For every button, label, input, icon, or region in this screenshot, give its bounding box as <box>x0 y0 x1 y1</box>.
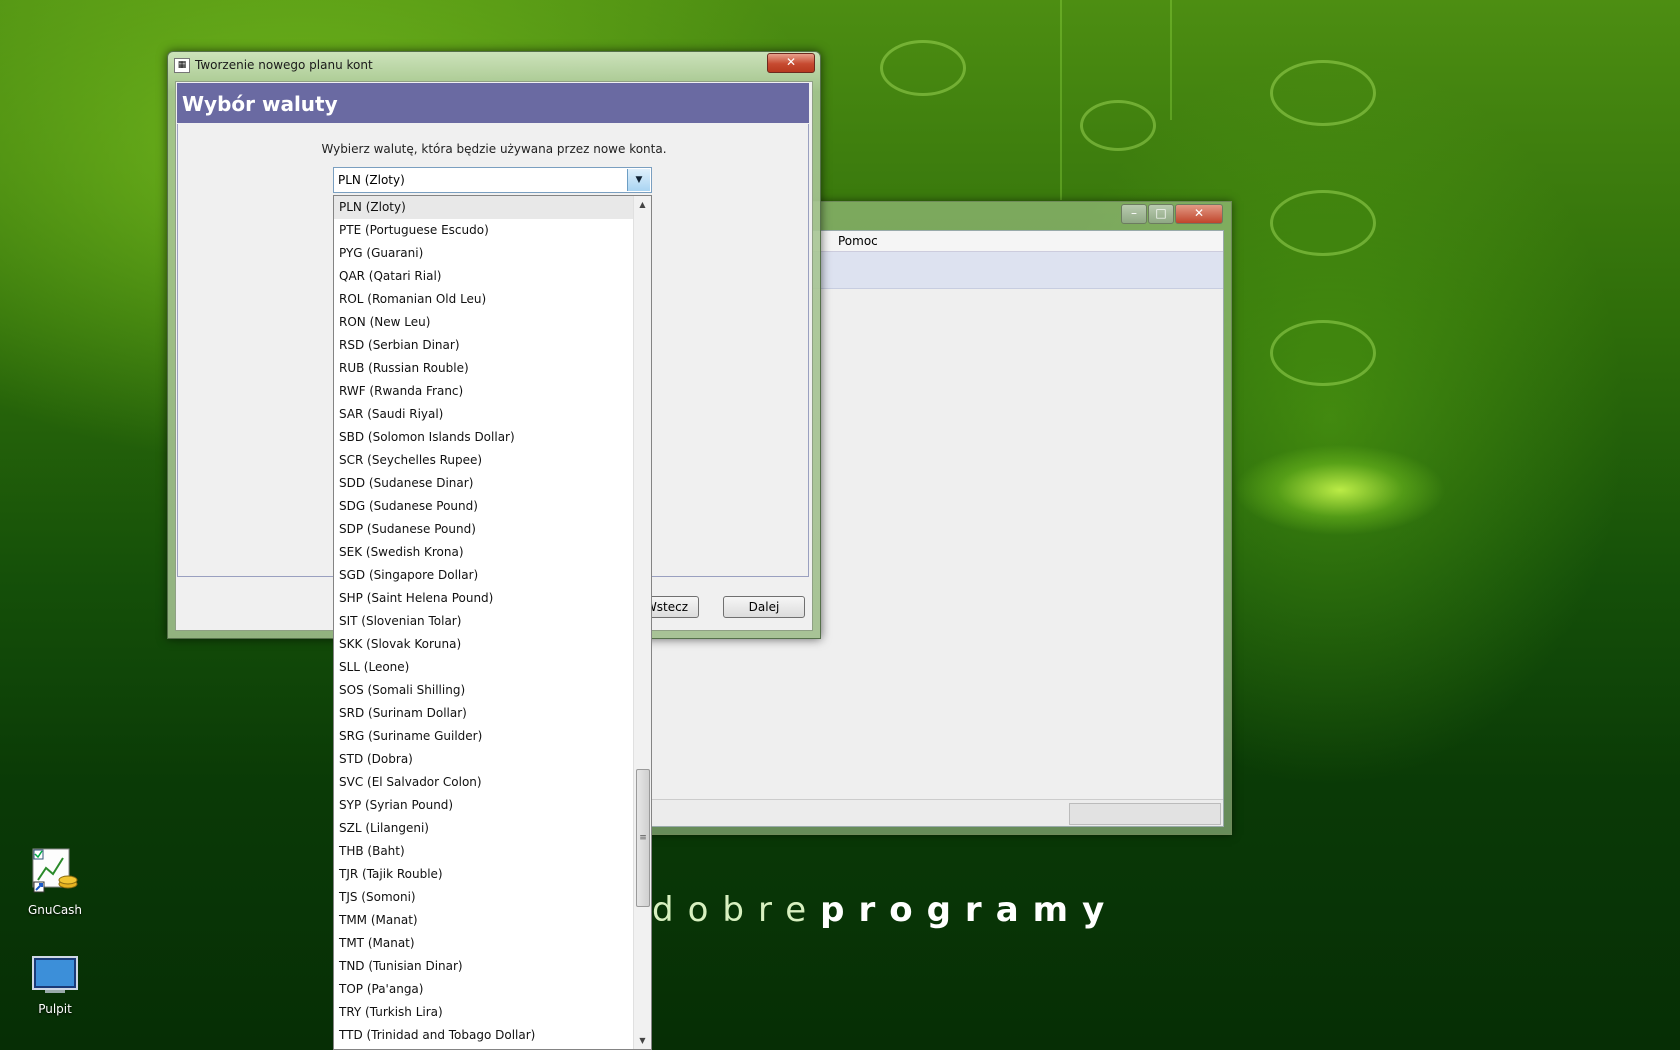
status-bar <box>649 799 1223 826</box>
dialog-title: Tworzenie nowego planu kont <box>195 58 373 72</box>
progress-bar <box>1069 803 1221 825</box>
currency-option[interactable]: SZL (Lilangeni) <box>334 817 635 840</box>
currency-option[interactable]: QAR (Qatari Rial) <box>334 265 635 288</box>
currency-option[interactable]: RUB (Russian Rouble) <box>334 357 635 380</box>
dropdown-scrollbar[interactable]: ▲ ≡ ▼ <box>633 196 651 1049</box>
currency-option[interactable]: SDG (Sudanese Pound) <box>334 495 635 518</box>
window-app-icon: ▦ <box>174 58 190 73</box>
currency-option[interactable]: TJR (Tajik Rouble) <box>334 863 635 886</box>
menu-help[interactable]: Pomoc <box>838 234 878 248</box>
currency-option[interactable]: SRG (Suriname Guilder) <box>334 725 635 748</box>
currency-option[interactable]: SOS (Somali Shilling) <box>334 679 635 702</box>
currency-option[interactable]: SRD (Surinam Dollar) <box>334 702 635 725</box>
currency-option[interactable]: TND (Tunisian Dinar) <box>334 955 635 978</box>
currency-option[interactable]: TRY (Turkish Lira) <box>334 1001 635 1024</box>
currency-option[interactable]: SVC (El Salvador Colon) <box>334 771 635 794</box>
watermark-bold: programy <box>820 890 1119 930</box>
watermark-light: dobre <box>652 890 821 930</box>
monitor-icon <box>32 956 78 993</box>
minimize-button[interactable]: – <box>1121 204 1147 224</box>
next-button-label: Dalej <box>748 600 780 614</box>
currency-option[interactable]: SYP (Syrian Pound) <box>334 794 635 817</box>
desktop-icon-label: GnuCash <box>27 903 83 917</box>
scrollbar-thumb[interactable]: ≡ <box>636 769 650 907</box>
currency-option[interactable]: TMM (Manat) <box>334 909 635 932</box>
desktop-icon-pulpit[interactable]: Pulpit <box>10 955 100 1016</box>
wallpaper-spiral <box>880 40 966 96</box>
currency-option[interactable]: SGD (Singapore Dollar) <box>334 564 635 587</box>
scroll-down-icon[interactable]: ▼ <box>634 1032 651 1049</box>
close-button[interactable]: ✕ <box>767 53 815 73</box>
currency-option[interactable]: TOP (Pa'anga) <box>334 978 635 1001</box>
currency-option[interactable]: RON (New Leu) <box>334 311 635 334</box>
currency-option[interactable]: SHP (Saint Helena Pound) <box>334 587 635 610</box>
maximize-button[interactable]: □ <box>1148 204 1174 224</box>
currency-options: PLN (Zloty) PTE (Portuguese Escudo) PYG … <box>334 196 635 1047</box>
desktop-icon-label: Pulpit <box>38 1002 72 1016</box>
currency-select[interactable]: PLN (Zloty) ▼ <box>333 167 652 193</box>
currency-option[interactable]: PYG (Guarani) <box>334 242 635 265</box>
wallpaper-spiral <box>1270 190 1376 256</box>
wallpaper-light-streak <box>1170 0 1172 120</box>
currency-option[interactable]: SAR (Saudi Riyal) <box>334 403 635 426</box>
currency-option[interactable]: RWF (Rwanda Franc) <box>334 380 635 403</box>
currency-option[interactable]: SLL (Leone) <box>334 656 635 679</box>
desktop-watermark: dobreprogramy <box>652 890 1118 930</box>
desktop-icon-gnucash[interactable]: GnuCash <box>10 846 100 917</box>
page-title: Wybór waluty <box>182 92 338 116</box>
currency-option[interactable]: TJS (Somoni) <box>334 886 635 909</box>
currency-option[interactable]: SDP (Sudanese Pound) <box>334 518 635 541</box>
wallpaper-light-streak <box>1060 0 1062 200</box>
currency-option[interactable]: PLN (Zloty) <box>334 196 635 219</box>
currency-option[interactable]: SCR (Seychelles Rupee) <box>334 449 635 472</box>
wallpaper-spiral <box>1270 320 1376 386</box>
chevron-down-icon[interactable]: ▼ <box>627 169 650 191</box>
currency-dropdown-list[interactable]: PLN (Zloty) PTE (Portuguese Escudo) PYG … <box>333 195 652 1050</box>
gnucash-icon <box>32 848 78 893</box>
wallpaper-spiral <box>1080 100 1156 151</box>
currency-option[interactable]: SDD (Sudanese Dinar) <box>334 472 635 495</box>
currency-option[interactable]: PTE (Portuguese Escudo) <box>334 219 635 242</box>
currency-option[interactable]: ROL (Romanian Old Leu) <box>334 288 635 311</box>
currency-option[interactable]: THB (Baht) <box>334 840 635 863</box>
currency-select-value: PLN (Zloty) <box>338 173 405 187</box>
currency-option[interactable]: SKK (Slovak Koruna) <box>334 633 635 656</box>
currency-option[interactable]: SIT (Slovenian Tolar) <box>334 610 635 633</box>
currency-option[interactable]: STD (Dobra) <box>334 748 635 771</box>
currency-option[interactable]: RSD (Serbian Dinar) <box>334 334 635 357</box>
currency-option[interactable]: TMT (Manat) <box>334 932 635 955</box>
close-button[interactable]: ✕ <box>1175 204 1223 224</box>
wallpaper-spiral <box>1270 60 1376 126</box>
page-header: Wybór waluty <box>177 83 809 123</box>
scroll-up-icon[interactable]: ▲ <box>634 196 651 213</box>
currency-option[interactable]: SBD (Solomon Islands Dollar) <box>334 426 635 449</box>
currency-prompt: Wybierz walutę, która będzie używana prz… <box>321 142 667 156</box>
next-button[interactable]: Dalej <box>723 596 805 618</box>
currency-option[interactable]: SEK (Swedish Krona) <box>334 541 635 564</box>
currency-option[interactable]: TTD (Trinidad and Tobago Dollar) <box>334 1024 635 1047</box>
